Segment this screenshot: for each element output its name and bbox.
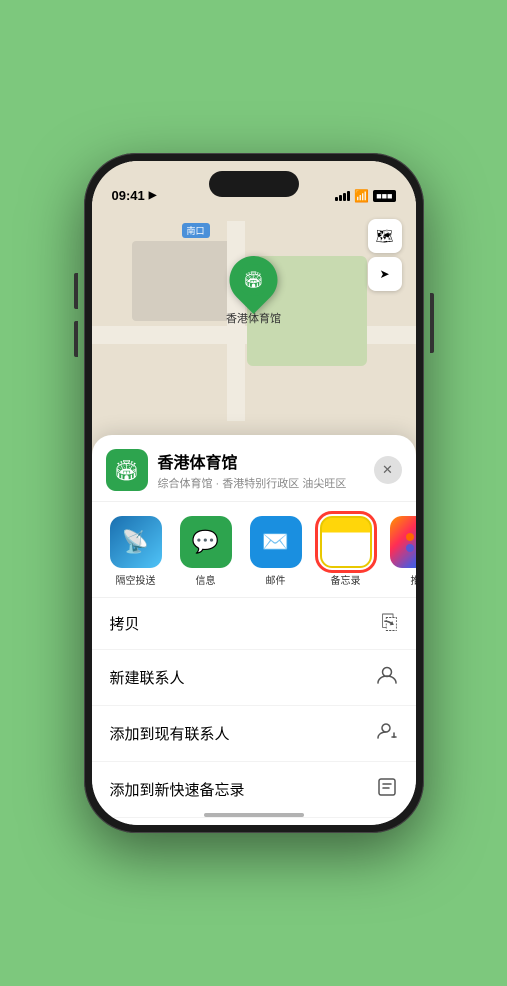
app-item-more[interactable]: 推 [386, 516, 416, 587]
app-item-messages[interactable]: 💬 信息 [176, 516, 236, 587]
map-controls: 🗺 ➤ [368, 219, 402, 295]
notes-icon [320, 516, 372, 568]
venue-avatar-icon: 🏟 [114, 458, 139, 483]
app-item-notes[interactable]: 备忘录 [316, 516, 376, 587]
airdrop-icon: 📡 [110, 516, 162, 568]
close-icon: ✕ [382, 462, 393, 478]
dynamic-island [209, 171, 299, 197]
venue-pin-icon: 🏟 [243, 270, 263, 290]
venue-subtitle: 综合体育馆 · 香港特别行政区 油尖旺区 [158, 475, 374, 491]
compass-icon: ➤ [379, 267, 389, 281]
venue-name: 香港体育馆 [158, 449, 374, 473]
location-button[interactable]: ➤ [368, 257, 402, 291]
more-label: 推 [411, 572, 416, 587]
action-copy[interactable]: 拷贝 ⎘ [92, 598, 416, 650]
new-contact-icon [376, 664, 398, 691]
phone-frame: 09:41 ▶ 📶 ■■■ 南口 [84, 153, 424, 833]
quick-note-icon [376, 776, 398, 803]
mail-label: 邮件 [266, 572, 286, 587]
status-time: 09:41 ▶ [112, 188, 157, 203]
pin-inner-icon: 🏟 [238, 264, 270, 296]
wifi-icon: 📶 [354, 189, 369, 203]
mail-icon: ✉️ [250, 516, 302, 568]
action-new-contact[interactable]: 新建联系人 [92, 650, 416, 706]
add-existing-label: 添加到现有联系人 [110, 723, 230, 744]
volume-down-button[interactable] [74, 321, 78, 357]
action-add-existing[interactable]: 添加到现有联系人 [92, 706, 416, 762]
notes-lines [340, 540, 352, 552]
location-arrow-icon: ▶ [149, 190, 157, 201]
home-indicator [204, 813, 304, 817]
action-list: 拷贝 ⎘ 新建联系人 添加到现有联系人 [92, 598, 416, 825]
action-quick-note[interactable]: 添加到新快速备忘录 [92, 762, 416, 818]
map-entrance-label: 南口 [182, 223, 210, 238]
venue-info: 香港体育馆 综合体育馆 · 香港特别行政区 油尖旺区 [158, 449, 374, 491]
airdrop-label: 隔空投送 [116, 572, 156, 587]
venue-avatar: 🏟 [106, 449, 148, 491]
new-contact-label: 新建联系人 [110, 667, 185, 688]
app-item-airdrop[interactable]: 📡 隔空投送 [106, 516, 166, 587]
app-item-mail[interactable]: ✉️ 邮件 [246, 516, 306, 587]
map-block [132, 241, 232, 321]
share-apps-row: 📡 隔空投送 💬 信息 ✉️ 邮件 [92, 502, 416, 598]
signal-icon [335, 191, 350, 201]
close-button[interactable]: ✕ [374, 456, 402, 484]
map-view-toggle-button[interactable]: 🗺 [368, 219, 402, 253]
pin-shape: 🏟 [220, 246, 288, 314]
phone-screen: 09:41 ▶ 📶 ■■■ 南口 [92, 161, 416, 825]
map-icon: 🗺 [376, 228, 394, 245]
messages-icon: 💬 [180, 516, 232, 568]
sheet-header: 🏟 香港体育馆 综合体育馆 · 香港特别行政区 油尖旺区 ✕ [92, 435, 416, 502]
battery-icon: ■■■ [373, 190, 395, 202]
action-print[interactable]: 打印 [92, 818, 416, 825]
add-existing-icon [376, 720, 398, 747]
bottom-sheet: 🏟 香港体育馆 综合体育馆 · 香港特别行政区 油尖旺区 ✕ 📡 隔空投送 [92, 435, 416, 825]
messages-label: 信息 [196, 572, 216, 587]
copy-label: 拷贝 [110, 613, 140, 634]
volume-up-button[interactable] [74, 273, 78, 309]
location-pin: 🏟 香港体育馆 [226, 256, 281, 326]
quick-note-label: 添加到新快速备忘录 [110, 779, 245, 800]
copy-icon: ⎘ [382, 612, 398, 635]
more-apps-icon [390, 516, 416, 568]
status-icons: 📶 ■■■ [335, 189, 395, 203]
power-button[interactable] [430, 293, 434, 353]
notes-label: 备忘录 [331, 572, 361, 587]
